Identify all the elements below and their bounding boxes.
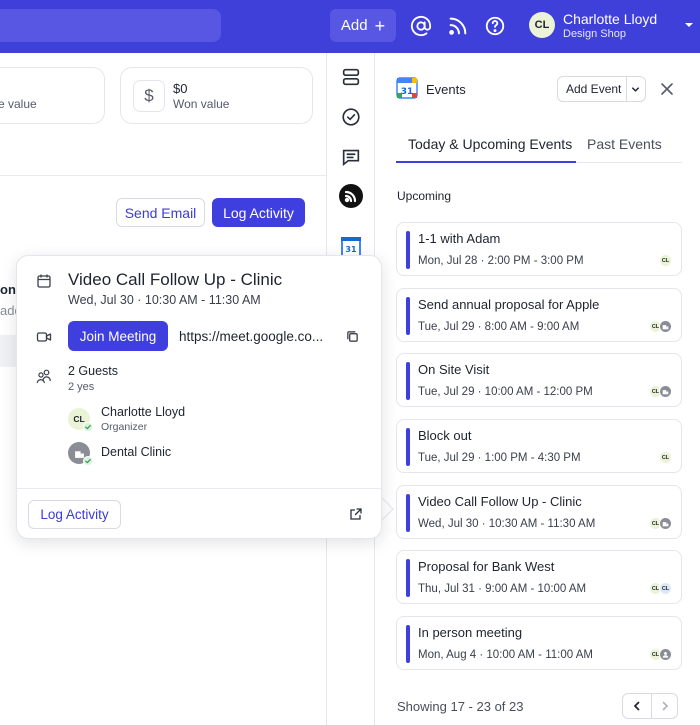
guest-name: Dental Clinic <box>101 445 172 459</box>
at-icon[interactable] <box>410 15 432 37</box>
event-card[interactable]: Proposal for Bank West Thu, Jul 31 · 9:0… <box>396 550 682 604</box>
org-avatar-icon <box>659 385 672 398</box>
calendar-logo-text: 31 <box>401 87 414 97</box>
event-time: Mon, Aug 4 · 10:00 AM - 11:00 AM <box>418 649 593 661</box>
attendee-avatar: CL <box>659 582 672 595</box>
stat-card-won-value: $ $0 Won value <box>120 67 313 124</box>
event-title: Video Call Follow Up - Clinic <box>418 494 582 509</box>
plus-icon: + <box>374 15 386 36</box>
check-circle-icon[interactable] <box>340 106 362 128</box>
pagination-status: Showing 17 - 23 of 23 <box>397 699 524 714</box>
event-card[interactable]: Video Call Follow Up - Clinic Wed, Jul 3… <box>396 485 682 539</box>
event-title: In person meeting <box>418 625 523 640</box>
events-panel-title: Events <box>426 82 466 97</box>
chevron-left-icon[interactable] <box>631 700 643 712</box>
event-card[interactable]: 1-1 with Adam Mon, Jul 28 · 2:00 PM - 3:… <box>396 222 682 276</box>
google-calendar-logo-icon: 31 <box>396 77 418 99</box>
guests-rsvp-summary: 2 yes <box>68 381 95 393</box>
stack-icon[interactable] <box>340 66 362 88</box>
popover-event-time: Wed, Jul 30 · 10:30 AM - 11:30 AM <box>68 293 261 307</box>
event-title: On Site Visit <box>418 362 490 377</box>
stat-card-value: e value <box>0 67 105 124</box>
event-card[interactable]: On Site Visit Tue, Jul 29 · 10:00 AM - 1… <box>396 353 682 407</box>
user-name[interactable]: Charlotte Lloyd <box>563 11 657 27</box>
chevron-down-icon[interactable] <box>684 20 694 30</box>
event-card[interactable]: Block out Tue, Jul 29 · 1:00 PM - 4:30 P… <box>396 419 682 473</box>
tab-today-upcoming[interactable]: Today & Upcoming Events <box>408 136 572 152</box>
attendee-avatar: CL <box>659 451 672 464</box>
log-activity-button[interactable]: Log Activity <box>212 198 305 227</box>
guests-icon <box>36 369 51 384</box>
event-card[interactable]: In person meeting Mon, Aug 4 · 10:00 AM … <box>396 616 682 670</box>
tab-past-events[interactable]: Past Events <box>587 136 662 152</box>
external-link-icon[interactable] <box>349 507 363 521</box>
events-panel: 31 Events Add Event Today & Upcoming Eve… <box>376 53 700 725</box>
person-avatar-icon <box>659 648 672 661</box>
event-card[interactable]: Send annual proposal for Apple Tue, Jul … <box>396 288 682 342</box>
search-input[interactable] <box>0 9 221 42</box>
dollar-icon: $ <box>133 80 165 112</box>
guest-role: Organizer <box>101 421 148 433</box>
add-button[interactable]: Add + <box>330 9 396 42</box>
event-time: Wed, Jul 30 · 10:30 AM - 11:30 AM <box>418 518 596 530</box>
join-meeting-button[interactable]: Join Meeting <box>68 321 168 351</box>
won-value-label: Won value <box>173 97 230 111</box>
chat-icon[interactable] <box>340 146 362 168</box>
event-time: Tue, Jul 29 · 1:00 PM - 4:30 PM <box>418 452 581 464</box>
rss-feed-icon[interactable] <box>339 184 363 208</box>
chevron-down-icon[interactable] <box>630 84 641 95</box>
user-org: Design Shop <box>563 28 626 40</box>
guest-name: Charlotte Lloyd <box>101 405 186 419</box>
active-tab-indicator <box>396 161 576 163</box>
guests-count: 2 Guests <box>68 364 119 378</box>
event-time: Thu, Jul 31 · 9:00 AM - 10:00 AM <box>418 583 587 595</box>
meeting-link[interactable]: https://meet.google.co... <box>179 329 323 344</box>
help-icon[interactable] <box>484 15 506 37</box>
popover-divider <box>17 488 381 489</box>
accepted-check-icon <box>83 422 93 432</box>
popover-event-title: Video Call Follow Up - Clinic <box>68 270 283 289</box>
org-avatar-icon <box>659 517 672 530</box>
calendar-day-text: 31 <box>345 245 357 254</box>
event-time: Tue, Jul 29 · 8:00 AM - 9:00 AM <box>418 321 580 333</box>
event-time: Tue, Jul 29 · 10:00 AM - 12:00 PM <box>418 386 593 398</box>
event-title: 1-1 with Adam <box>418 231 501 246</box>
send-email-button[interactable]: Send Email <box>116 198 205 227</box>
event-title: Send annual proposal for Apple <box>418 297 600 312</box>
pagination-controls <box>622 693 678 719</box>
add-event-button[interactable]: Add Event <box>557 76 646 102</box>
video-camera-icon <box>36 332 52 342</box>
accepted-check-icon <box>83 456 93 466</box>
add-event-label: Add Event <box>566 82 622 96</box>
section-label-upcoming: Upcoming <box>397 189 452 203</box>
popover-log-activity-button[interactable]: Log Activity <box>28 500 121 529</box>
chevron-right-icon[interactable] <box>659 700 671 712</box>
close-icon[interactable] <box>660 82 674 96</box>
background-row <box>0 335 16 367</box>
attendee-avatar: CL <box>659 254 672 267</box>
add-button-label: Add <box>340 17 368 34</box>
won-value: $0 <box>173 81 188 96</box>
rss-icon[interactable] <box>447 15 469 37</box>
event-title: Proposal for Bank West <box>418 559 555 574</box>
org-avatar-icon <box>659 320 672 333</box>
stat-label: e value <box>0 97 37 111</box>
divider <box>0 175 326 176</box>
event-details-popover: Video Call Follow Up - Clinic Wed, Jul 3… <box>16 255 382 539</box>
event-title: Block out <box>418 428 472 443</box>
event-time: Mon, Jul 28 · 2:00 PM - 3:00 PM <box>418 255 584 267</box>
user-avatar[interactable]: CL <box>529 12 555 38</box>
top-bar: Add + CL Charlotte Lloyd Design Shop <box>0 0 700 53</box>
calendar-icon <box>37 274 51 288</box>
copy-icon[interactable] <box>346 330 359 343</box>
